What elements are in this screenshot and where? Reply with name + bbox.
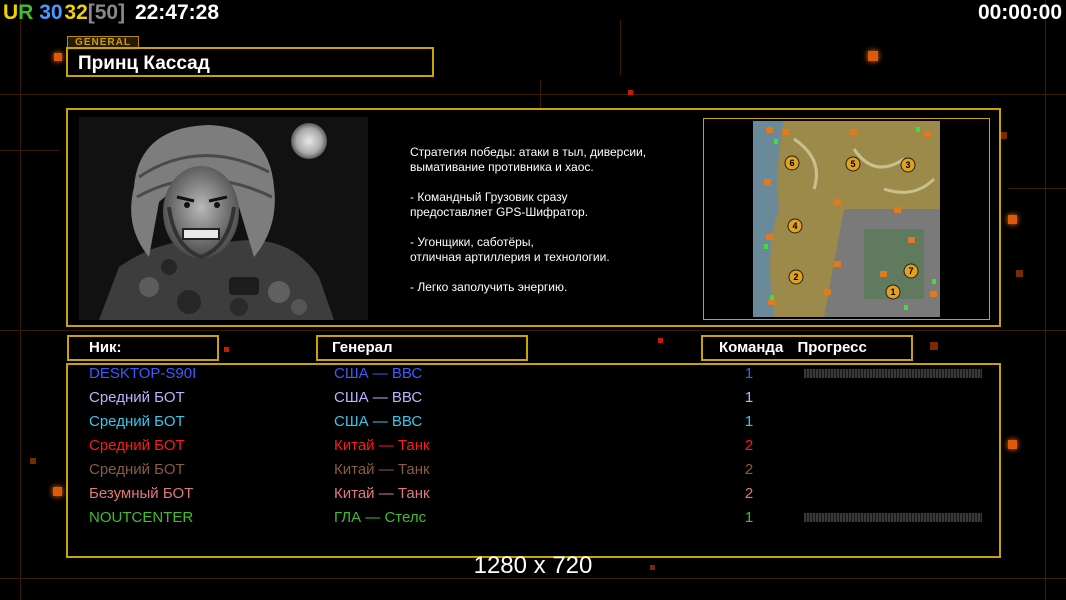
map-slot-label: 1 xyxy=(890,287,895,297)
map-preview[interactable]: 1 2 3 4 5 6 7 xyxy=(703,118,990,320)
map-slot-label: 7 xyxy=(908,266,913,276)
fps-value-2: 32 xyxy=(64,1,88,24)
header-nick: Ник: xyxy=(67,335,219,361)
player-team[interactable]: 1 xyxy=(742,365,756,382)
header-team: Команда xyxy=(719,339,784,356)
player-general[interactable]: Китай — Танк xyxy=(334,437,430,454)
fps-readout: UR 30 32[50] 22:47:28 xyxy=(3,1,219,25)
general-description: Стратегия победы: атаки в тыл, диверсии,… xyxy=(410,145,700,310)
player-team[interactable]: 2 xyxy=(742,437,756,454)
player-team[interactable]: 1 xyxy=(742,389,756,406)
resolution-label: 1280 x 720 xyxy=(473,552,593,579)
player-row[interactable]: Средний БОТ Китай — Танк 2 xyxy=(68,461,999,485)
clock: 22:47:28 xyxy=(134,1,220,24)
map-slot-label: 5 xyxy=(850,159,855,169)
player-nick: Средний БОТ xyxy=(89,461,185,478)
map-slot-label: 4 xyxy=(792,221,797,231)
map-slot-label: 3 xyxy=(905,160,910,170)
player-row[interactable]: NOUTCENTER ГЛА — Стелс 1 xyxy=(68,509,999,533)
fps-limit: [50] xyxy=(87,1,126,24)
player-row[interactable]: Средний БОТ США — ВВС 1 xyxy=(68,413,999,437)
player-progress-bar xyxy=(804,369,982,378)
player-general[interactable]: США — ВВС xyxy=(334,413,422,430)
header-general: Генерал xyxy=(316,335,528,361)
general-name: Принц Кассад xyxy=(66,47,434,77)
player-nick: DESKTOP-S90I xyxy=(89,365,197,382)
player-row[interactable]: DESKTOP-S90I США — ВВС 1 xyxy=(68,365,999,389)
general-portrait xyxy=(79,117,368,320)
player-nick: Средний БОТ xyxy=(89,389,185,406)
description-line: - Командный Грузовик сразу предоставляет… xyxy=(410,190,589,219)
map-slot-label: 6 xyxy=(789,158,794,168)
player-nick: Средний БОТ xyxy=(89,437,185,454)
player-row[interactable]: Средний БОТ Китай — Танк 2 xyxy=(68,437,999,461)
player-general[interactable]: Китай — Танк xyxy=(334,485,430,502)
player-team[interactable]: 1 xyxy=(742,413,756,430)
header-progress: Прогресс xyxy=(797,339,867,356)
game-timer: 00:00:00 xyxy=(977,1,1062,24)
player-general[interactable]: Китай — Танк xyxy=(334,461,430,478)
hud-tag-r: R xyxy=(18,1,34,24)
player-progress-bar xyxy=(804,513,982,522)
map-slot-label: 2 xyxy=(793,272,798,282)
player-list: DESKTOP-S90I США — ВВС 1 Средний БОТ США — В… xyxy=(66,363,1001,558)
player-team[interactable]: 2 xyxy=(742,461,756,478)
description-line: Стратегия победы: атаки в тыл, диверсии,… xyxy=(410,145,647,174)
description-line: - Легко заполучить энергию. xyxy=(410,280,568,294)
player-nick: NOUTCENTER xyxy=(89,509,194,526)
player-general[interactable]: США — ВВС xyxy=(334,365,422,382)
header-team-progress: Команда Прогресс xyxy=(701,335,913,361)
description-line: - Угонщики, саботёры, отличная артиллери… xyxy=(410,235,610,264)
player-team[interactable]: 1 xyxy=(742,509,756,526)
player-team[interactable]: 2 xyxy=(742,485,756,502)
fps-value: 30 xyxy=(39,1,63,24)
player-row[interactable]: Средний БОТ США — ВВС 1 xyxy=(68,389,999,413)
player-general[interactable]: ГЛА — Стелс xyxy=(334,509,426,526)
player-general[interactable]: США — ВВС xyxy=(334,389,422,406)
player-nick: Безумный БОТ xyxy=(89,485,194,502)
player-row[interactable]: Безумный БОТ Китай — Танк 2 xyxy=(68,485,999,509)
player-nick: Средний БОТ xyxy=(89,413,185,430)
hud-tag-u: U xyxy=(3,1,19,24)
